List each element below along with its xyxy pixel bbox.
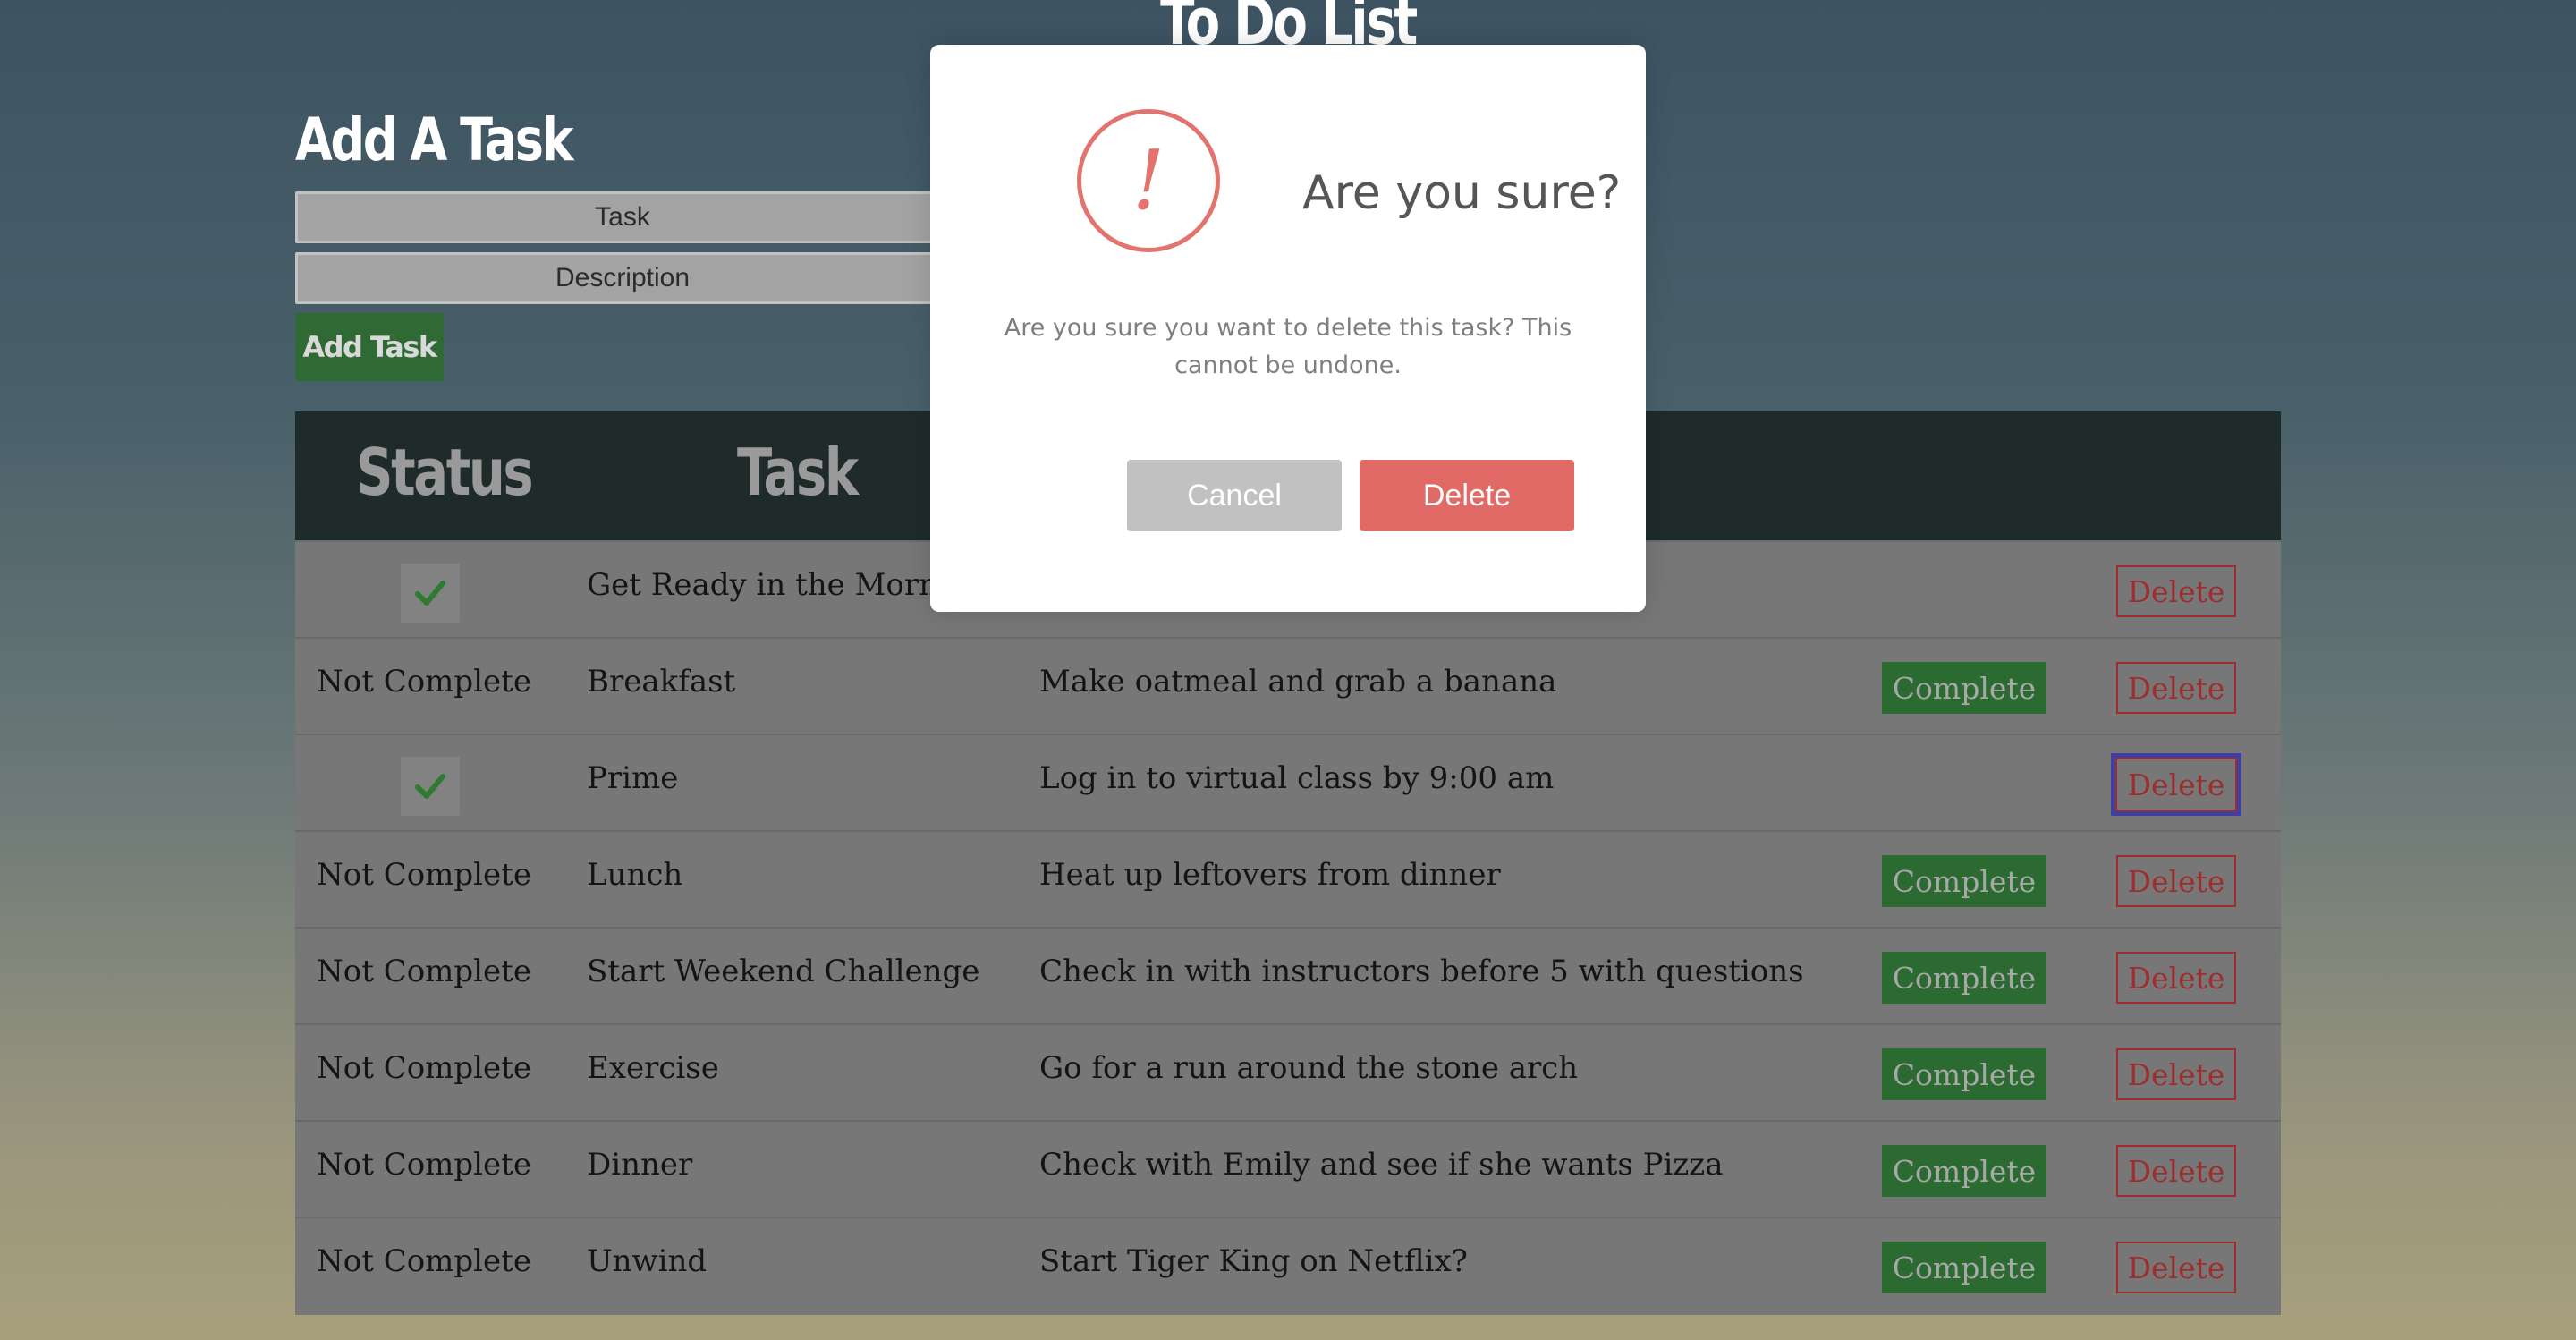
table-row: Not Complete Unwind Start Tiger King on Ne… <box>295 1217 2281 1313</box>
check-icon <box>401 564 460 623</box>
table-row: Not Complete Start Weekend Challenge Check… <box>295 927 2281 1023</box>
task-description: Go for a run around the stone arch <box>1039 1050 1579 1086</box>
confirm-dialog: ! Are you sure? Are you sure you want to… <box>930 45 1646 612</box>
complete-button[interactable]: Complete <box>1882 1145 2046 1197</box>
header-task: Task <box>737 435 859 510</box>
task-description: Start Tiger King on Netflix? <box>1039 1243 1468 1279</box>
dialog-message: Are you sure you want to delete this tas… <box>1004 314 1572 379</box>
exclamation-icon: ! <box>1077 109 1220 252</box>
add-task-button[interactable]: Add Task <box>295 313 444 381</box>
status-text: Not Complete <box>317 1147 531 1183</box>
table-row: Not Complete Dinner Check with Emily and s… <box>295 1120 2281 1217</box>
task-name: Prime <box>587 760 679 796</box>
task-name: Lunch <box>587 857 683 893</box>
check-icon <box>401 757 460 816</box>
complete-button[interactable]: Complete <box>1882 855 2046 907</box>
add-task-heading: Add A Task <box>295 106 573 174</box>
task-name: Exercise <box>587 1050 719 1086</box>
table-row: Prime Log in to virtual class by 9:00 am D… <box>295 734 2281 830</box>
delete-button[interactable]: Delete <box>2116 952 2236 1004</box>
delete-button[interactable]: Delete <box>2116 1048 2236 1100</box>
task-description: Check with Emily and see if she wants Pi… <box>1039 1147 1724 1183</box>
delete-button[interactable]: Delete <box>2116 1145 2236 1197</box>
task-description: Make oatmeal and grab a banana <box>1039 664 1557 700</box>
status-text: Not Complete <box>317 857 531 893</box>
cancel-button[interactable]: Cancel <box>1127 460 1342 531</box>
status-text: Not Complete <box>317 1243 531 1279</box>
task-name: Breakfast <box>587 664 736 700</box>
page: To Do List Add A Task Add Task Status Ta… <box>0 0 2576 1340</box>
status-text: Not Complete <box>317 664 531 700</box>
task-description: Log in to virtual class by 9:00 am <box>1039 760 1555 796</box>
complete-button[interactable]: Complete <box>1882 1048 2046 1100</box>
delete-button[interactable]: Delete <box>2116 855 2236 907</box>
delete-button[interactable]: Delete <box>2116 662 2236 714</box>
task-description: Heat up leftovers from dinner <box>1039 857 1501 893</box>
complete-button[interactable]: Complete <box>1882 662 2046 714</box>
status-text: Not Complete <box>317 1050 531 1086</box>
task-name: Dinner <box>587 1147 693 1183</box>
status-text: Not Complete <box>317 954 531 989</box>
description-input[interactable] <box>295 252 950 304</box>
task-description: Check in with instructors before 5 with … <box>1039 954 1804 989</box>
header-status: Status <box>356 435 534 510</box>
complete-button[interactable]: Complete <box>1882 1242 2046 1293</box>
task-input[interactable] <box>295 191 950 243</box>
dialog-title: Are you sure? <box>1302 166 1622 220</box>
complete-button[interactable]: Complete <box>1882 952 2046 1004</box>
delete-button[interactable]: Delete <box>2116 1242 2236 1293</box>
table-row: Not Complete Lunch Heat up leftovers from … <box>295 830 2281 927</box>
table-row: Not Complete Exercise Go for a run around … <box>295 1023 2281 1120</box>
delete-button[interactable]: Delete <box>2111 753 2241 816</box>
task-name: Start Weekend Challenge <box>587 954 980 989</box>
confirm-delete-button[interactable]: Delete <box>1360 460 1574 531</box>
task-name: Get Ready in the Morning <box>587 567 987 603</box>
task-name: Unwind <box>587 1243 708 1279</box>
table-row: Not Complete Breakfast Make oatmeal and gr… <box>295 637 2281 734</box>
delete-button[interactable]: Delete <box>2116 565 2236 617</box>
